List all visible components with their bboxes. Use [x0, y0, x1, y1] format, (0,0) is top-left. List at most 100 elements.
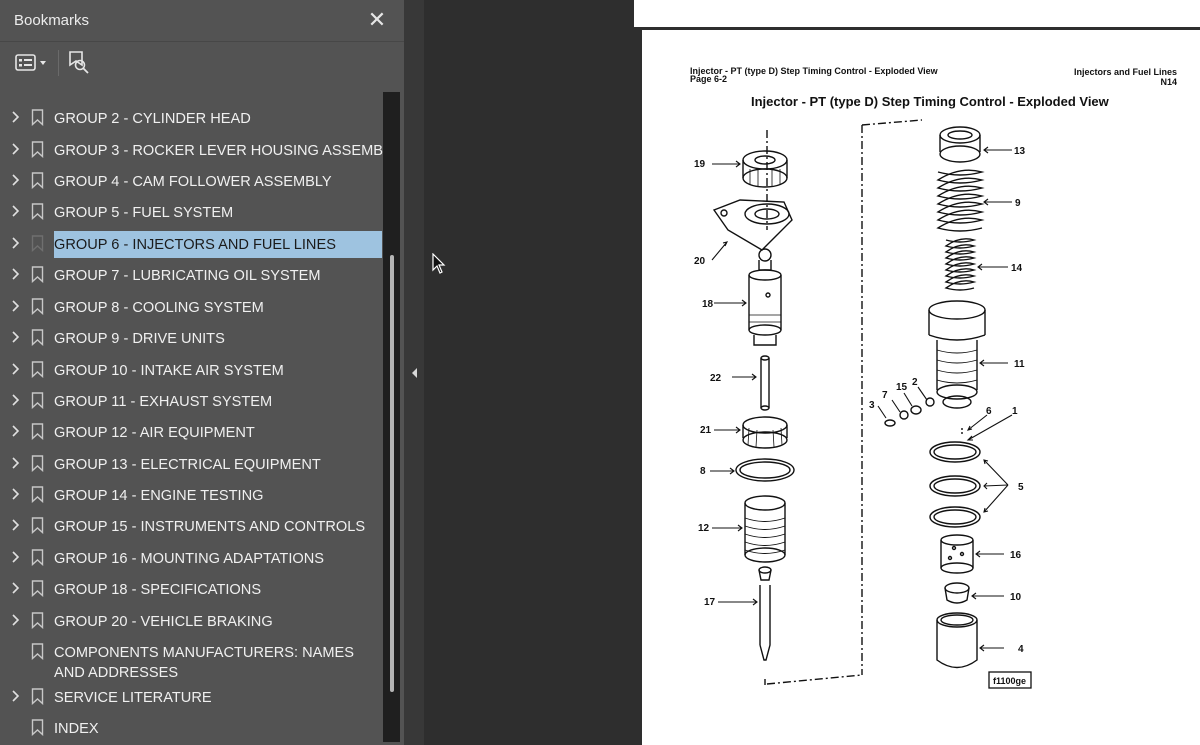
chevron-right-icon[interactable]: [9, 518, 23, 532]
page-header-section: Injectors and Fuel Lines: [1073, 67, 1177, 77]
bookmark-item[interactable]: GROUP 13 - ELECTRICAL EQUIPMENT: [0, 451, 383, 479]
bookmark-icon: [31, 549, 44, 567]
chevron-right-icon[interactable]: [9, 142, 23, 156]
bookmark-icon: [31, 235, 44, 253]
bookmark-icon: [31, 517, 44, 535]
chevron-right-icon[interactable]: [9, 267, 23, 281]
bookmark-item[interactable]: GROUP 3 - ROCKER LEVER HOUSING ASSEMBLY: [0, 137, 383, 165]
part-callout-number: 4: [1018, 644, 1024, 655]
part-callout-number: 6: [986, 406, 992, 417]
chevron-right-icon[interactable]: [9, 456, 23, 470]
bookmark-item[interactable]: GROUP 20 - VEHICLE BRAKING: [0, 608, 383, 636]
chevron-right-icon[interactable]: [9, 173, 23, 187]
chevron-right-icon[interactable]: [9, 110, 23, 124]
bookmark-label: GROUP 11 - EXHAUST SYSTEM: [54, 394, 273, 410]
bookmark-item[interactable]: COMPONENTS MANUFACTURERS: NAMES AND ADDR…: [0, 639, 383, 683]
bookmark-label: COMPONENTS MANUFACTURERS: NAMES AND ADDR…: [54, 645, 355, 681]
bookmark-icon: [31, 580, 44, 598]
bookmark-label: GROUP 4 - CAM FOLLOWER ASSEMBLY: [54, 174, 332, 190]
close-icon[interactable]: ✕: [366, 9, 388, 31]
bookmark-item[interactable]: GROUP 8 - COOLING SYSTEM: [0, 294, 383, 322]
bookmark-item[interactable]: GROUP 15 - INSTRUMENTS AND CONTROLS: [0, 513, 383, 541]
bookmark-label: GROUP 20 - VEHICLE BRAKING: [54, 614, 273, 630]
chevron-right-icon[interactable]: [9, 689, 23, 703]
figure-id-label: f1100ge: [993, 676, 1026, 686]
chevron-right-icon[interactable]: [9, 362, 23, 376]
part-callout-number: 11: [1014, 359, 1025, 370]
bookmark-item[interactable]: GROUP 5 - FUEL SYSTEM: [0, 199, 383, 227]
previous-page-bottom: [634, 0, 1200, 27]
chevron-right-icon[interactable]: [9, 487, 23, 501]
part-callout-number: 2: [912, 377, 918, 388]
bookmark-icon: [31, 423, 44, 441]
bookmark-label: GROUP 15 - INSTRUMENTS AND CONTROLS: [54, 519, 366, 535]
page-header-code: N14: [1160, 77, 1177, 87]
bookmark-item[interactable]: GROUP 7 - LUBRICATING OIL SYSTEM: [0, 262, 383, 290]
bookmark-item[interactable]: GROUP 6 - INJECTORS AND FUEL LINES: [0, 231, 383, 259]
bookmark-icon: [31, 719, 44, 737]
part-callout-number: 8: [700, 466, 706, 477]
bookmark-item[interactable]: INDEX: [0, 715, 383, 743]
chevron-right-icon[interactable]: [9, 236, 23, 250]
chevron-right-icon[interactable]: [9, 613, 23, 627]
bookmark-item[interactable]: GROUP 12 - AIR EQUIPMENT: [0, 419, 383, 447]
bookmark-label: GROUP 10 - INTAKE AIR SYSTEM: [54, 363, 284, 379]
bookmark-item[interactable]: GROUP 18 - SPECIFICATIONS: [0, 576, 383, 604]
bookmark-label: GROUP 18 - SPECIFICATIONS: [54, 582, 262, 598]
bookmark-item[interactable]: GROUP 10 - INTAKE AIR SYSTEM: [0, 357, 383, 385]
bookmark-tree: GROUP 2 - CYLINDER HEAD GROUP 3 - ROCKER …: [0, 100, 383, 745]
bookmark-item[interactable]: SERVICE LITERATURE: [0, 684, 383, 712]
bookmark-options-icon[interactable]: [14, 52, 50, 74]
bookmark-icon: [31, 203, 44, 221]
bookmarks-panel-header: Bookmarks ✕: [0, 0, 404, 42]
part-callout-number: 13: [1014, 146, 1026, 157]
exploded-view-drawing: 1920182221812171391411215736 1516104f1100…: [694, 119, 1032, 689]
part-callout-number: 16: [1010, 550, 1022, 561]
bookmark-item[interactable]: GROUP 2 - CYLINDER HEAD: [0, 105, 383, 133]
chevron-right-icon[interactable]: [9, 204, 23, 218]
chevron-right-icon[interactable]: [9, 581, 23, 595]
bookmark-label: GROUP 13 - ELECTRICAL EQUIPMENT: [54, 457, 321, 473]
bookmark-icon: [31, 486, 44, 504]
bookmark-label: GROUP 7 - LUBRICATING OIL SYSTEM: [54, 268, 321, 284]
bookmarks-scrollbar-thumb[interactable]: [390, 255, 394, 692]
bookmark-icon: [31, 109, 44, 127]
chevron-right-icon[interactable]: [9, 299, 23, 313]
bookmark-icon: [31, 298, 44, 316]
chevron-right-icon[interactable]: [9, 330, 23, 344]
part-callout-number: 21: [700, 425, 712, 436]
bookmark-label: INDEX: [54, 721, 99, 737]
part-callout-number: 17: [704, 597, 716, 608]
bookmark-icon: [31, 329, 44, 347]
collapse-panel-arrow-icon[interactable]: [409, 366, 419, 380]
bookmark-label: GROUP 16 - MOUNTING ADAPTATIONS: [54, 551, 325, 567]
bookmark-icon: [31, 361, 44, 379]
bookmark-item[interactable]: GROUP 14 - ENGINE TESTING: [0, 482, 383, 510]
part-callout-number: 20: [694, 256, 706, 267]
chevron-right-icon[interactable]: [9, 550, 23, 564]
bookmark-item[interactable]: GROUP 16 - MOUNTING ADAPTATIONS: [0, 545, 383, 573]
part-callout-number: 22: [710, 373, 722, 384]
bookmark-icon: [31, 688, 44, 706]
bookmark-label: GROUP 9 - DRIVE UNITS: [54, 331, 225, 347]
part-callout-number: 15: [896, 382, 908, 393]
part-callout-number: 18: [702, 299, 714, 310]
bookmark-icon: [31, 266, 44, 284]
part-callout-number: 10: [1010, 592, 1022, 603]
bookmark-label: GROUP 2 - CYLINDER HEAD: [54, 111, 251, 127]
bookmark-item[interactable]: GROUP 9 - DRIVE UNITS: [0, 325, 383, 353]
chevron-right-icon[interactable]: [9, 393, 23, 407]
page-header-title: Injector - PT (type D) Step Timing Contr…: [690, 66, 938, 76]
add-bookmark-icon[interactable]: [67, 50, 91, 76]
part-callout-number: 14: [1011, 263, 1023, 274]
mouse-cursor-icon: [432, 252, 446, 275]
clipped-bookmark-row: [28, 88, 48, 94]
chevron-right-icon[interactable]: [9, 424, 23, 438]
bookmark-icon: [31, 141, 44, 159]
bookmark-icon: [31, 392, 44, 410]
part-callout-number: 3: [869, 400, 875, 411]
bookmark-item[interactable]: GROUP 4 - CAM FOLLOWER ASSEMBLY: [0, 168, 383, 196]
page-header-page-number: Page 6-2: [690, 74, 728, 84]
bookmark-label: GROUP 14 - ENGINE TESTING: [54, 488, 264, 504]
bookmark-item[interactable]: GROUP 11 - EXHAUST SYSTEM: [0, 388, 383, 416]
